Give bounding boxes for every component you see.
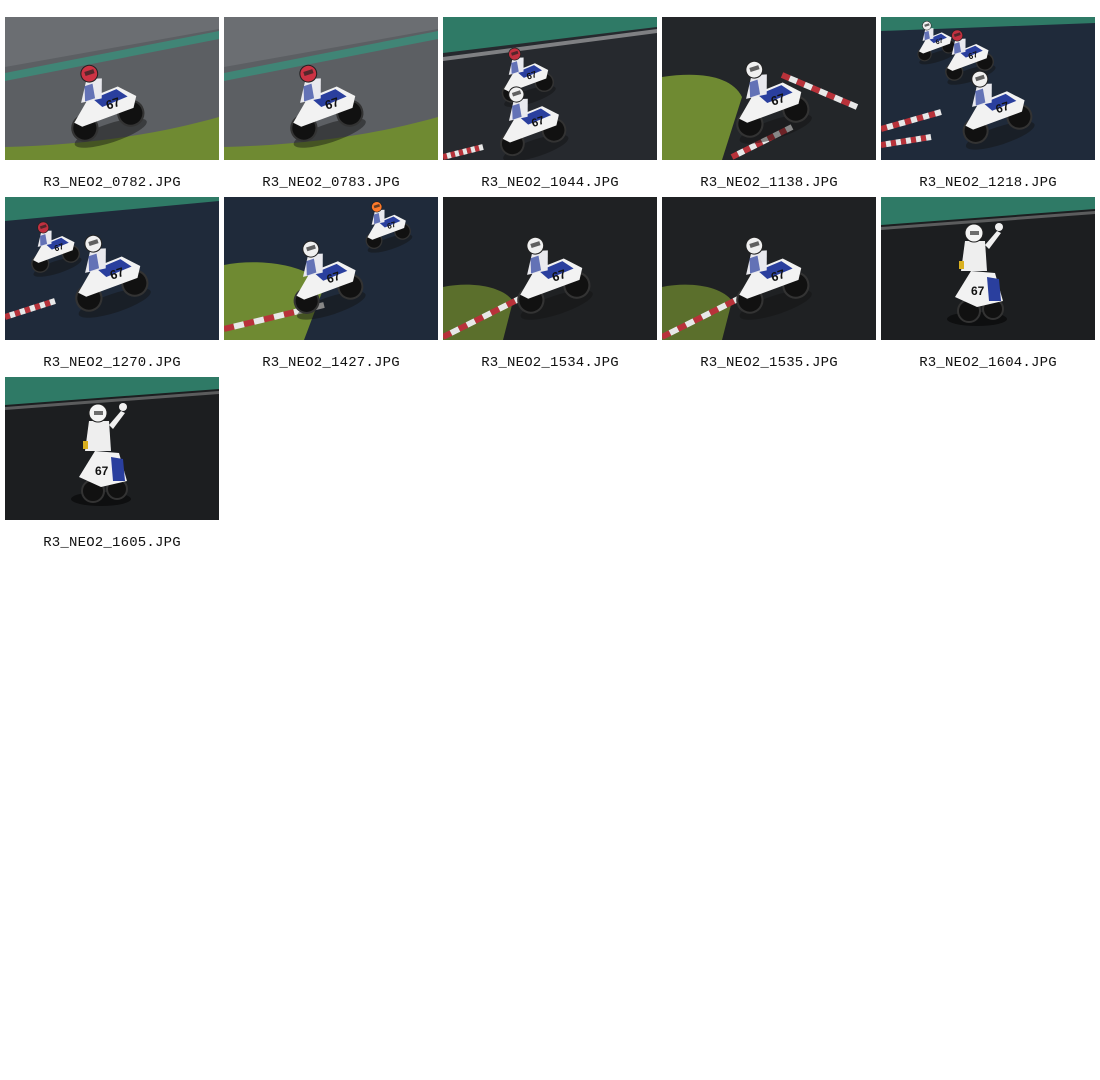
thumbnail-item[interactable]: 67 R3_NEO2_1604.JPG	[881, 197, 1095, 377]
thumbnail-filename[interactable]: R3_NEO2_1535.JPG	[700, 354, 838, 372]
thumbnail-image[interactable]: 67 67	[5, 197, 219, 340]
thumbnail-image[interactable]: 67	[224, 17, 438, 160]
thumbnail-image[interactable]: 67	[662, 197, 876, 340]
thumbnail-image[interactable]: 67	[443, 197, 657, 340]
thumbnail-item[interactable]: 67 R3_NEO2_0782.JPG	[5, 17, 219, 197]
thumbnail-filename[interactable]: R3_NEO2_1270.JPG	[43, 354, 181, 372]
thumbnail-image[interactable]: 67	[881, 197, 1095, 340]
thumbnail-filename[interactable]: R3_NEO2_1138.JPG	[700, 174, 838, 192]
thumbnail-image[interactable]: 67 67	[224, 197, 438, 340]
svg-text:67: 67	[95, 464, 109, 478]
thumbnail-item[interactable]: 67 67 67 R3_NEO2_1218.JPG	[881, 17, 1095, 197]
thumbnail-item[interactable]: 67 67 R3_NEO2_1427.JPG	[224, 197, 438, 377]
thumbnail-item[interactable]: 67 R3_NEO2_1138.JPG	[662, 17, 876, 197]
thumbnail-image[interactable]: 67	[662, 17, 876, 160]
thumbnail-image[interactable]: 67	[5, 377, 219, 520]
thumbnail-item[interactable]: 67 67 R3_NEO2_1044.JPG	[443, 17, 657, 197]
thumbnail-gallery: 67 R3_NEO2_0782.JPG 67 R3_NEO2_0783.JPG …	[5, 17, 1095, 557]
thumbnail-image[interactable]: 67 67	[443, 17, 657, 160]
thumbnail-filename[interactable]: R3_NEO2_1218.JPG	[919, 174, 1057, 192]
svg-text:67: 67	[971, 284, 985, 298]
thumbnail-filename[interactable]: R3_NEO2_0782.JPG	[43, 174, 181, 192]
thumbnail-item[interactable]: 67 67 R3_NEO2_1270.JPG	[5, 197, 219, 377]
thumbnail-item[interactable]: 67 R3_NEO2_1535.JPG	[662, 197, 876, 377]
thumbnail-image[interactable]: 67 67 67	[881, 17, 1095, 160]
thumbnail-item[interactable]: 67 R3_NEO2_1605.JPG	[5, 377, 219, 557]
thumbnail-filename[interactable]: R3_NEO2_1534.JPG	[481, 354, 619, 372]
thumbnail-item[interactable]: 67 R3_NEO2_0783.JPG	[224, 17, 438, 197]
thumbnail-filename[interactable]: R3_NEO2_1604.JPG	[919, 354, 1057, 372]
thumbnail-filename[interactable]: R3_NEO2_1427.JPG	[262, 354, 400, 372]
thumbnail-filename[interactable]: R3_NEO2_0783.JPG	[262, 174, 400, 192]
thumbnail-item[interactable]: 67 R3_NEO2_1534.JPG	[443, 197, 657, 377]
thumbnail-filename[interactable]: R3_NEO2_1605.JPG	[43, 534, 181, 552]
thumbnail-image[interactable]: 67	[5, 17, 219, 160]
thumbnail-filename[interactable]: R3_NEO2_1044.JPG	[481, 174, 619, 192]
